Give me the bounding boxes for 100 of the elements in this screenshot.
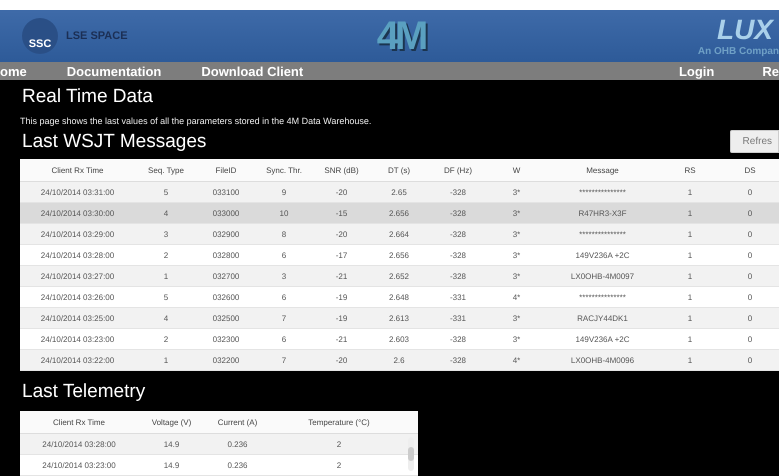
table-cell-text: 032500 bbox=[212, 314, 240, 322]
table-cell-text: 2.656 bbox=[388, 250, 410, 260]
column-header[interactable]: Seq. Type bbox=[135, 166, 197, 174]
table-cell-text: -328 bbox=[448, 208, 467, 218]
column-header[interactable]: Client Rx Time bbox=[20, 166, 135, 174]
table-cell-text: 033100 bbox=[212, 188, 240, 196]
table-cell-text: 2 bbox=[162, 334, 170, 344]
table-cell-text: -328 bbox=[448, 250, 467, 260]
column-header[interactable]: Client Rx Time bbox=[20, 418, 138, 426]
section-title: Last Telemetry bbox=[22, 381, 146, 403]
table-cell-text: 24/10/2014 03:28:00 bbox=[41, 440, 117, 448]
table-cell-text: 2.664 bbox=[388, 230, 410, 238]
table-cell-text: 0 bbox=[746, 314, 754, 322]
table-cell-text: 4* bbox=[512, 356, 522, 364]
table-cell-text: 2.648 bbox=[388, 292, 410, 302]
column-header[interactable]: Message bbox=[545, 166, 660, 174]
column-header[interactable]: Current (A) bbox=[205, 418, 270, 426]
table-cell-text: -331 bbox=[448, 314, 467, 322]
table-cell-text: 1 bbox=[686, 208, 694, 218]
table-cell-text: 032700 bbox=[212, 272, 240, 280]
table-cell-text: 2.65 bbox=[390, 188, 408, 196]
table-cell-text: -328 bbox=[448, 356, 467, 364]
table-row[interactable]: 24/10/2014 03:22:00 1 032200 7 -20 2.6 -328 4* LX0OHB-4M0096 1 0 bbox=[20, 350, 779, 371]
table-cell-text: 4* bbox=[512, 292, 522, 302]
table-row[interactable]: 24/10/2014 03:31:00 5 033100 9 -20 2.65 -328 3* *************** 1 0 bbox=[20, 182, 779, 203]
table-row[interactable]: 24/10/2014 03:27:00 1 032700 3 -21 2.652 -328 3* LX0OHB-4M0097 1 0 bbox=[20, 266, 779, 287]
table-cell-text: 14.9 bbox=[162, 440, 180, 448]
refresh-button[interactable]: Refres bbox=[730, 130, 779, 153]
nav-link[interactable]: Documentation bbox=[66, 64, 162, 78]
nav-link[interactable]: Re bbox=[762, 64, 779, 78]
table-cell-text: 1 bbox=[686, 230, 694, 238]
center-logo: 4M bbox=[376, 14, 424, 58]
nav-link[interactable]: ome bbox=[0, 64, 27, 78]
column-header[interactable]: W bbox=[488, 166, 545, 174]
table-cell-text: -15 bbox=[334, 208, 348, 218]
partner-tagline: An OHB Compan bbox=[698, 46, 779, 57]
table-cell-text: 3* bbox=[512, 230, 522, 238]
table-cell-text: 6 bbox=[280, 292, 288, 302]
table-cell-text: 3* bbox=[512, 188, 522, 196]
table-cell-text: -328 bbox=[448, 188, 467, 196]
table-cell-text: -21 bbox=[334, 334, 348, 344]
table-cell-text: 1 bbox=[162, 356, 170, 364]
table-cell-text: 24/10/2014 03:25:00 bbox=[40, 314, 116, 322]
org-name: LSE SPACE bbox=[66, 30, 128, 42]
table-cell-text: 149V236A +2C bbox=[574, 250, 631, 260]
table-cell-text: 0 bbox=[746, 208, 754, 218]
table-cell-text: 0.236 bbox=[226, 440, 249, 448]
table-cell-text: 2 bbox=[162, 250, 170, 260]
scrollbar[interactable] bbox=[408, 437, 414, 471]
table-row[interactable]: 24/10/2014 03:29:00 3 032900 8 -20 2.664 -328 3* *************** 1 0 bbox=[20, 224, 779, 245]
table-cell-text: LX0OHB-4M0096 bbox=[570, 356, 636, 364]
column-header[interactable]: SNR (dB) bbox=[313, 166, 370, 174]
table-cell-text: 10 bbox=[278, 208, 290, 218]
column-header[interactable]: Temperature (°C) bbox=[270, 418, 408, 426]
table-cell-text: 0 bbox=[746, 272, 754, 280]
table-cell-text: *************** bbox=[578, 230, 627, 238]
table-cell-text: 2.656 bbox=[388, 208, 410, 218]
table-cell-text: 1 bbox=[686, 292, 694, 302]
table-cell-text: 5 bbox=[162, 292, 170, 302]
table-cell-text: LX0OHB-4M0097 bbox=[570, 272, 636, 280]
column-header[interactable]: DS bbox=[720, 166, 779, 174]
table-cell-text: 4 bbox=[162, 208, 170, 218]
table-cell-text: 4 bbox=[162, 314, 170, 322]
table-cell-text: 1 bbox=[686, 272, 694, 280]
table-cell-text: 3* bbox=[512, 208, 522, 218]
nav-link[interactable]: Download Client bbox=[201, 64, 304, 78]
table-cell-text: 032800 bbox=[212, 250, 240, 260]
table-cell-text: 1 bbox=[162, 272, 170, 280]
column-header[interactable]: Voltage (V) bbox=[138, 418, 205, 426]
column-header[interactable]: RS bbox=[660, 166, 720, 174]
table-row[interactable]: 24/10/2014 03:30:00 4 033000 10 -15 2.656 -328 3* R47HR3-X3F 1 0 bbox=[20, 203, 779, 224]
table-cell-text: 0 bbox=[746, 230, 754, 238]
column-header[interactable]: Sync. Thr. bbox=[255, 166, 313, 174]
table-cell-text: -19 bbox=[334, 292, 348, 302]
column-header[interactable]: FileID bbox=[197, 166, 255, 174]
table-cell-text: 0 bbox=[746, 334, 754, 344]
table-cell-text: -20 bbox=[334, 188, 348, 196]
table-cell-text: 24/10/2014 03:22:00 bbox=[40, 356, 116, 364]
column-header[interactable]: DF (Hz) bbox=[428, 166, 488, 174]
table-cell-text: 2.652 bbox=[388, 272, 410, 280]
table-cell-text: 3* bbox=[512, 314, 522, 322]
table-cell-text: 032900 bbox=[212, 230, 240, 238]
org-logo: SSC bbox=[22, 18, 58, 54]
table-cell-text: -17 bbox=[334, 250, 348, 260]
table-cell-text: 1 bbox=[686, 334, 694, 344]
table-cell-text: 3* bbox=[512, 250, 522, 260]
table-cell-text: *************** bbox=[578, 292, 627, 302]
table-cell-text: 14.9 bbox=[162, 460, 180, 470]
nav-link[interactable]: Login bbox=[678, 64, 714, 78]
table-cell-text: 3 bbox=[162, 230, 170, 238]
table-cell-text: 0 bbox=[746, 292, 754, 302]
column-header[interactable]: DT (s) bbox=[370, 166, 428, 174]
table-cell-text: -19 bbox=[334, 314, 348, 322]
table-cell-text: RACJY44DK1 bbox=[576, 314, 629, 322]
table-cell-text: 3 bbox=[280, 272, 288, 280]
table-cell-text: 032200 bbox=[212, 356, 240, 364]
table-cell-text: 2.613 bbox=[388, 314, 410, 322]
table-cell-text: -20 bbox=[334, 356, 348, 364]
table-cell-text: R47HR3-X3F bbox=[577, 208, 628, 218]
table-row[interactable]: 24/10/2014 03:25:00 4 032500 7 -19 2.613 -331 3* RACJY44DK1 1 0 bbox=[20, 308, 779, 329]
